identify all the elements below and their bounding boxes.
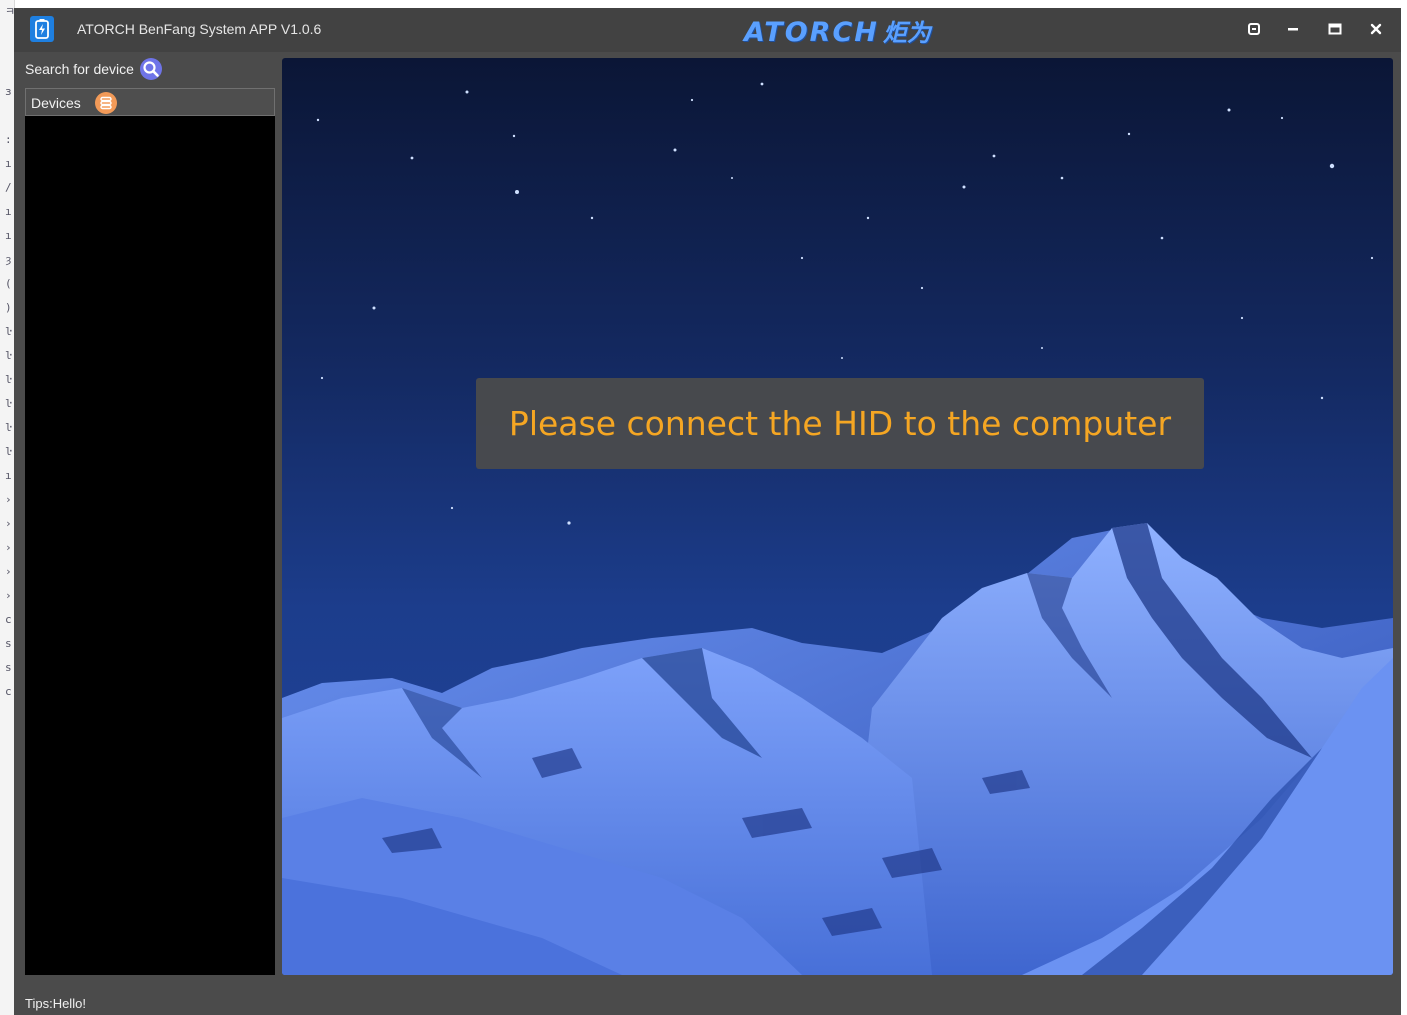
device-list-header[interactable]: Devices: [25, 88, 275, 116]
close-button[interactable]: [1365, 18, 1387, 40]
background-glyph: ›: [5, 589, 12, 602]
background-glyph: ŀ: [5, 421, 12, 434]
background-glyph: ı: [5, 469, 12, 482]
background-glyph: c: [5, 613, 12, 626]
background-glyph: ›: [5, 493, 12, 506]
background-glyph: ı: [5, 205, 12, 218]
background-glyph: ɜ: [5, 85, 12, 98]
app-window: ATORCH BenFang System APP V1.0.6 ATORCH 炬…: [14, 8, 1401, 1015]
background-glyph: s: [5, 661, 12, 674]
background-glyph: ›: [5, 517, 12, 530]
background-glyph: ŀ: [5, 349, 12, 362]
maximize-icon: [1328, 23, 1342, 35]
background-glyph: ı: [5, 229, 12, 242]
main-view: Please connect the HID to the computer: [282, 58, 1393, 975]
window-title: ATORCH BenFang System APP V1.0.6: [77, 21, 322, 37]
background-glyph: ›: [5, 541, 12, 554]
device-list-panel[interactable]: Devices: [25, 88, 275, 975]
connect-hid-message-text: Please connect the HID to the computer: [508, 404, 1172, 443]
maximize-button[interactable]: [1324, 18, 1346, 40]
brand-logo: ATORCH 炬为: [744, 13, 931, 48]
close-icon: [1370, 23, 1382, 35]
background-glyph: ȝ: [5, 253, 12, 266]
background-glyph: ı: [5, 157, 12, 170]
title-bar[interactable]: ATORCH BenFang System APP V1.0.6 ATORCH 炬…: [14, 8, 1401, 52]
search-device-row[interactable]: Search for device: [25, 58, 275, 80]
background-glyph: :: [5, 133, 12, 146]
background-glyph: c: [5, 685, 12, 698]
battery-bolt-icon: [30, 16, 54, 42]
background-glyph: (: [5, 277, 12, 290]
background-glyph: ŀ: [5, 373, 12, 386]
background-glyph: s: [5, 637, 12, 650]
device-list-label: Devices: [31, 95, 81, 111]
minimize-button[interactable]: [1282, 18, 1304, 40]
night-mountain-background: [282, 82, 1393, 975]
status-tips: Tips:Hello!: [25, 996, 86, 1011]
restore-down-icon: [1248, 23, 1260, 35]
brand-logo-cn: 炬为: [882, 19, 931, 47]
background-window-edge: ㅋ ɜ : ı / ı ı ȝ ( ) ŀ ŀ ŀ ŀ ŀ ŀ ı › › › …: [0, 0, 15, 1015]
background-glyph: ŀ: [5, 325, 12, 338]
background-glyph: ŀ: [5, 445, 12, 458]
restore-down-button[interactable]: [1243, 18, 1265, 40]
search-icon[interactable]: [140, 58, 162, 80]
background-glyph: ›: [5, 565, 12, 578]
brand-logo-en: ATORCH: [744, 17, 879, 48]
connect-hid-message: Please connect the HID to the computer: [476, 378, 1204, 469]
background-glyph: ): [5, 301, 12, 314]
device-list-icon[interactable]: [95, 92, 117, 114]
search-device-label[interactable]: Search for device: [25, 61, 134, 77]
background-glyph: ŀ: [5, 397, 12, 410]
background-glyph: /: [5, 181, 12, 194]
minimize-icon: [1288, 28, 1298, 31]
